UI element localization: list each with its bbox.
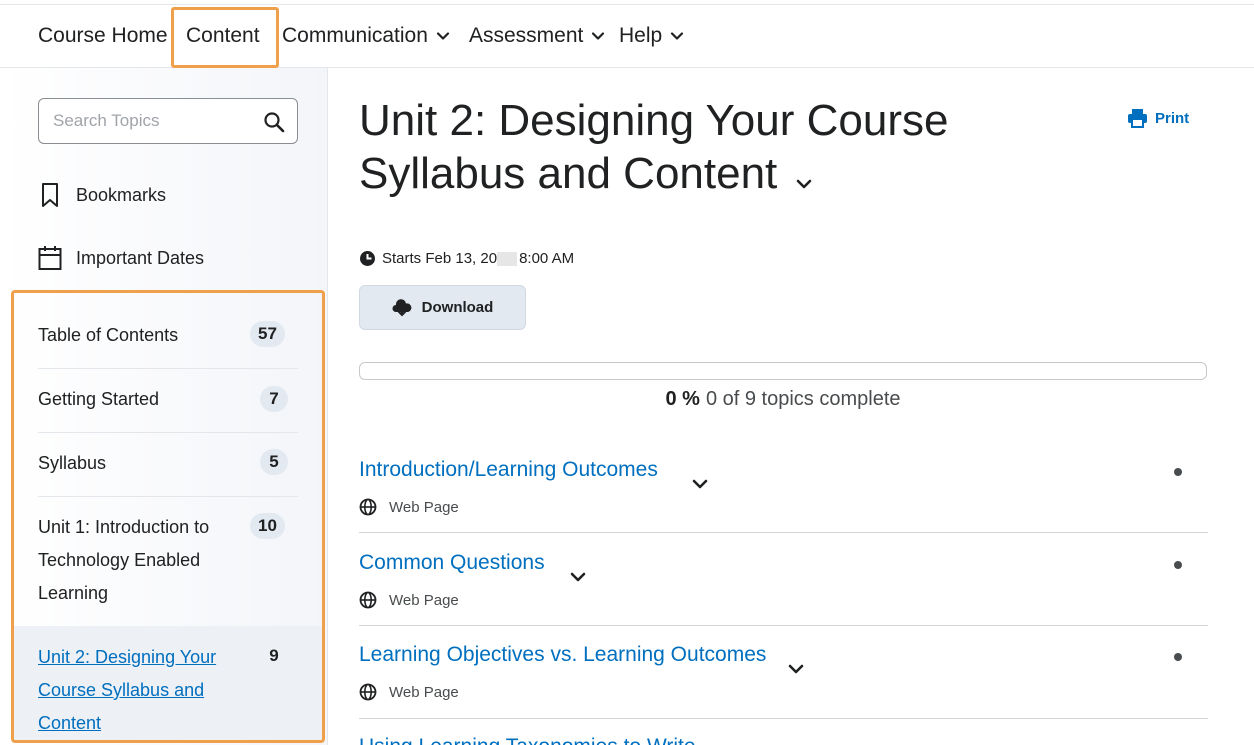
bookmarks-label: Bookmarks bbox=[76, 184, 167, 205]
download-button[interactable]: Download bbox=[359, 285, 526, 330]
progress-bar bbox=[359, 362, 1207, 380]
nav-course-home-label: Course Home bbox=[38, 24, 168, 47]
topic-type-label: Web Page bbox=[389, 683, 459, 701]
progress-text: 0 % 0 of 9 topics complete bbox=[359, 388, 1207, 411]
start-date-prefix: Starts Feb 13, 20 bbox=[382, 250, 498, 267]
list-item: Learning Objectives vs. Learning Outcome… bbox=[359, 643, 1208, 719]
download-label: Download bbox=[421, 299, 494, 316]
print-button[interactable]: Print bbox=[1127, 108, 1189, 128]
globe-icon bbox=[359, 683, 377, 701]
nav-content-highlight bbox=[171, 7, 279, 68]
nav-assessment-label: Assessment bbox=[469, 24, 584, 47]
nav-communication[interactable]: Communication bbox=[282, 5, 450, 67]
topic-type: Web Page bbox=[359, 498, 459, 516]
status-dot bbox=[1174, 653, 1182, 661]
chevron-down-icon[interactable] bbox=[569, 568, 587, 586]
chevron-down-icon bbox=[592, 32, 605, 40]
nav-help-label: Help bbox=[619, 24, 663, 47]
start-date-suffix: 8:00 AM bbox=[519, 250, 575, 267]
toc-highlight-frame bbox=[11, 290, 325, 743]
search-icon[interactable] bbox=[263, 111, 285, 133]
divider bbox=[359, 718, 1208, 719]
bookmark-icon bbox=[42, 183, 58, 207]
topic-link[interactable]: Using Learning Taxonomies to Write bbox=[359, 735, 696, 745]
page-title: Unit 2: Designing Your Course Syllabus a… bbox=[359, 96, 949, 198]
bookmarks-link[interactable]: Bookmarks bbox=[38, 180, 166, 210]
cloud-download-icon bbox=[392, 298, 412, 316]
important-dates-label: Important Dates bbox=[76, 247, 205, 268]
progress-complete: 0 of 9 topics complete bbox=[705, 388, 901, 410]
content-sidebar: Bookmarks Important Dates Table of Conte… bbox=[0, 68, 328, 745]
list-item: Using Learning Taxonomies to Write bbox=[359, 735, 1208, 745]
status-dot bbox=[1174, 468, 1182, 476]
clock-icon bbox=[360, 251, 375, 266]
chevron-down-icon bbox=[671, 32, 684, 40]
progress-percent: 0 % bbox=[665, 388, 700, 410]
printer-icon bbox=[1128, 109, 1147, 128]
redacted-text bbox=[497, 251, 518, 266]
divider bbox=[359, 625, 1208, 626]
start-date: Starts Feb 13, 20 8:00 AM bbox=[359, 250, 574, 267]
nav-communication-label: Communication bbox=[282, 24, 428, 47]
important-dates-link[interactable]: Important Dates bbox=[38, 243, 204, 273]
search-box bbox=[38, 98, 298, 144]
nav-help[interactable]: Help bbox=[619, 5, 684, 67]
topic-link[interactable]: Introduction/Learning Outcomes bbox=[359, 458, 658, 482]
nav-course-home[interactable]: Course Home bbox=[38, 5, 168, 67]
topic-type-label: Web Page bbox=[389, 591, 459, 609]
chevron-down-icon bbox=[436, 32, 450, 40]
divider bbox=[359, 532, 1208, 533]
globe-icon bbox=[359, 591, 377, 609]
print-label: Print bbox=[1155, 109, 1190, 127]
top-navigation: Course Home Content Communication Assess… bbox=[0, 4, 1254, 68]
status-dot bbox=[1174, 561, 1182, 569]
topic-link[interactable]: Learning Objectives vs. Learning Outcome… bbox=[359, 643, 766, 667]
chevron-down-icon[interactable] bbox=[691, 475, 709, 493]
globe-icon bbox=[359, 498, 377, 516]
topic-type-label: Web Page bbox=[389, 498, 459, 516]
chevron-down-icon[interactable] bbox=[795, 175, 813, 193]
list-item: Common Questions Web Page bbox=[359, 551, 1208, 626]
nav-assessment[interactable]: Assessment bbox=[469, 5, 605, 67]
topic-link[interactable]: Common Questions bbox=[359, 551, 545, 575]
topic-type: Web Page bbox=[359, 591, 459, 609]
chevron-down-icon[interactable] bbox=[787, 660, 805, 678]
calendar-icon bbox=[38, 246, 62, 270]
list-item: Introduction/Learning Outcomes Web Page bbox=[359, 458, 1208, 533]
search-input[interactable] bbox=[53, 109, 253, 133]
topic-type: Web Page bbox=[359, 683, 459, 701]
